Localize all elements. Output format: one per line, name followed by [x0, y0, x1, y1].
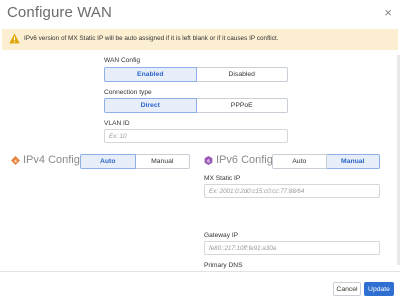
connection-type-label: Connection type — [104, 89, 152, 96]
ipv6-manual-button[interactable]: Manual — [326, 154, 380, 169]
primary-dns-label: Primary DNS — [204, 262, 243, 269]
ipv4-auto-button[interactable]: Auto — [80, 154, 136, 169]
modal-title: Configure WAN — [7, 4, 112, 21]
warning-triangle-icon — [9, 33, 20, 44]
mx-static-ip-input[interactable]: Ex: 2001:0:2d0:c15:c0:cc:77:88/64 — [204, 184, 380, 198]
ipv4-config-label: IPv4 Config — [23, 154, 80, 166]
ipv6-config-label: IPv6 Config — [216, 154, 273, 166]
connection-pppoe-button[interactable]: PPPoE — [196, 98, 288, 113]
ipv6-auto-button[interactable]: Auto — [272, 154, 327, 169]
ipv4-manual-button[interactable]: Manual — [135, 154, 190, 169]
modal-footer: Cancel Update — [0, 271, 400, 299]
close-icon[interactable]: × — [384, 6, 392, 19]
update-button[interactable]: Update — [364, 282, 394, 296]
wan-config-toggle: Enabled Disabled — [104, 67, 288, 82]
wan-enabled-button[interactable]: Enabled — [104, 67, 197, 82]
ipv4-badge-icon: 4 — [11, 155, 20, 165]
ipv4-mode-toggle: Auto Manual — [80, 154, 190, 169]
connection-direct-button[interactable]: Direct — [104, 98, 197, 113]
vlan-id-input[interactable]: Ex: 10 — [104, 129, 288, 143]
ipv6-mode-toggle: Auto Manual — [272, 154, 380, 169]
gateway-ip-input[interactable]: fe80::217:10ff:fe91:a30a — [204, 241, 380, 255]
modal-header: Configure WAN × — [0, 0, 400, 28]
gateway-ip-label: Gateway IP — [204, 232, 239, 239]
ipv6-badge-icon: 6 — [204, 155, 213, 165]
vlan-id-label: VLAN ID — [104, 120, 130, 127]
warning-text: IPv6 version of MX Static IP will be aut… — [24, 35, 279, 42]
wan-disabled-button[interactable]: Disabled — [196, 67, 288, 82]
wan-config-label: WAN Config — [104, 57, 141, 64]
warning-banner: IPv6 version of MX Static IP will be aut… — [2, 29, 398, 50]
connection-type-toggle: Direct PPPoE — [104, 98, 288, 113]
cancel-button[interactable]: Cancel — [333, 282, 361, 296]
mx-static-ip-label: MX Static IP — [204, 175, 241, 182]
ipv4-config-title: 4 IPv4 Config — [11, 154, 80, 166]
ipv6-config-title: 6 IPv6 Config — [204, 154, 273, 166]
